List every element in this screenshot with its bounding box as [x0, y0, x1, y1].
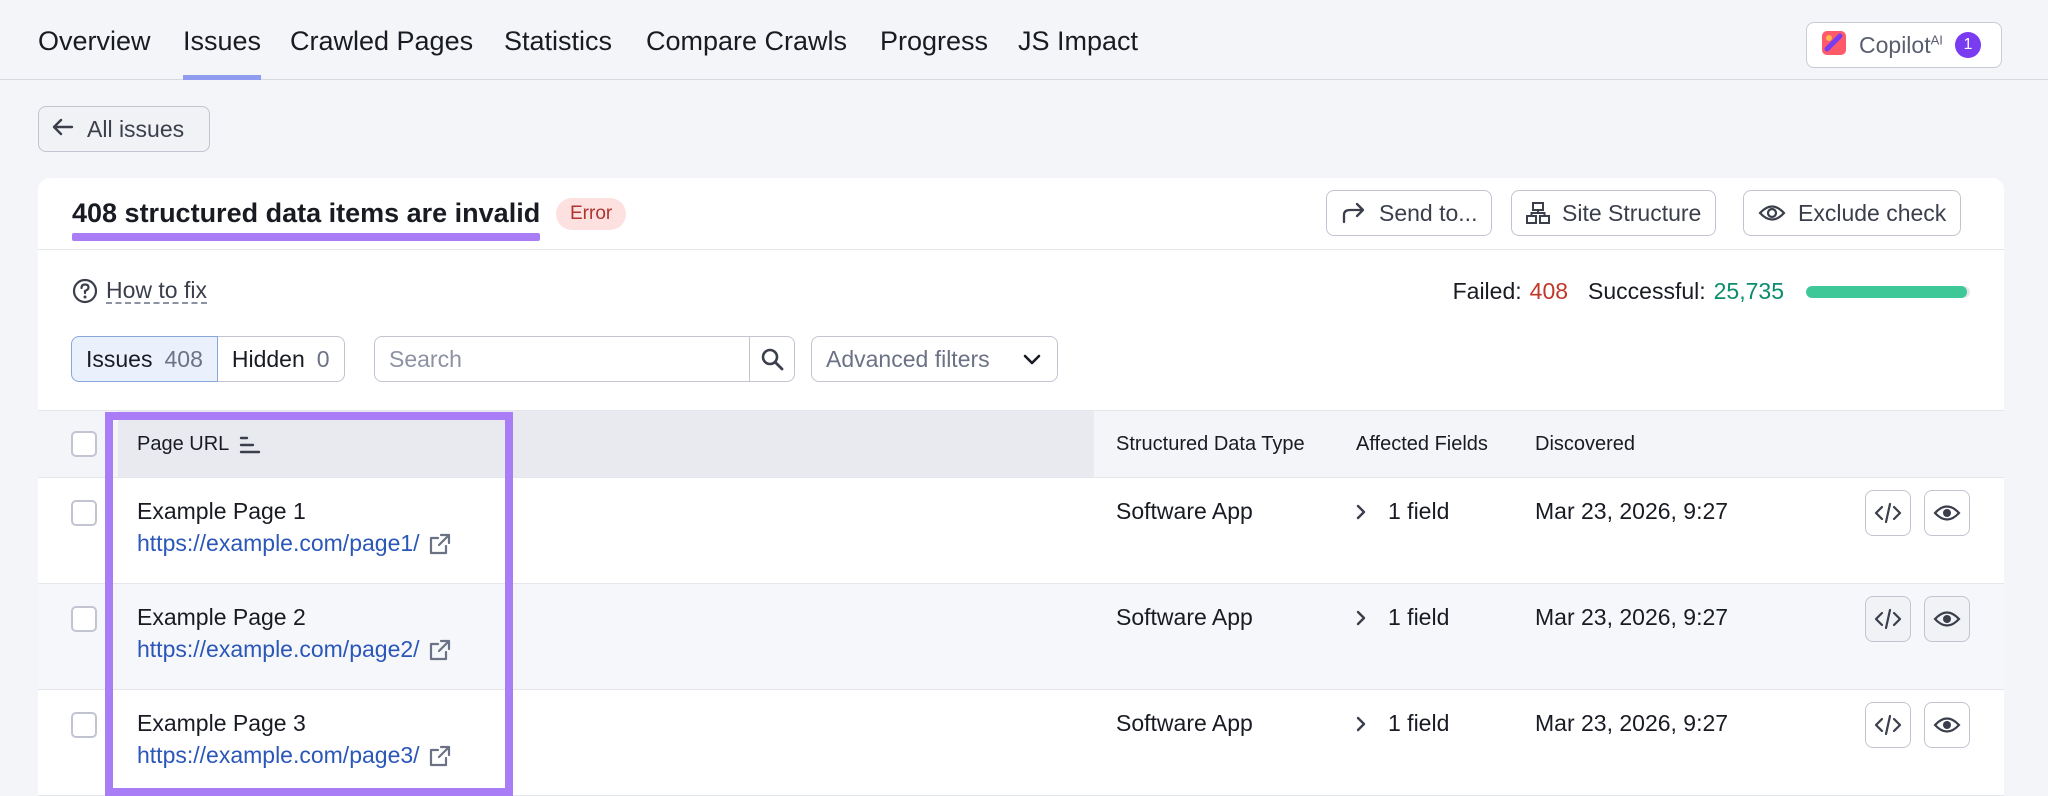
- how-to-fix[interactable]: How to fix: [72, 278, 207, 304]
- successful-count: 25,735: [1713, 278, 1784, 304]
- select-all-checkbox[interactable]: [71, 431, 97, 457]
- page-title: Example Page 2: [137, 604, 306, 630]
- view-code-button[interactable]: [1865, 490, 1911, 536]
- table-row: Example Page 3 https://example.com/page3…: [38, 690, 2004, 796]
- all-issues-label: All issues: [87, 115, 185, 142]
- preview-page-button[interactable]: [1924, 596, 1970, 642]
- exclude-check-button[interactable]: Exclude check: [1743, 190, 1962, 236]
- table-header: Page URL Structured Data Type Affected F…: [38, 410, 2004, 478]
- page-url-link[interactable]: https://example.com/page2/: [137, 636, 452, 663]
- row-checkbox[interactable]: [71, 500, 97, 526]
- structured-data-type: Software App: [1116, 710, 1253, 736]
- table-row: Example Page 2 https://example.com/page2…: [38, 584, 2004, 690]
- affected-fields-expander[interactable]: 1 field: [1356, 710, 1449, 737]
- discovered-date: Mar 23, 2026, 9:27: [1535, 604, 1729, 630]
- success-progress-fill: [1806, 285, 1968, 298]
- check-stats: Failed: 408 Successful: 25,735: [1453, 278, 1970, 305]
- row-checkbox[interactable]: [71, 606, 97, 632]
- tab-overview[interactable]: Overview: [38, 26, 151, 80]
- affected-fields-column-header: Affected Fields: [1356, 433, 1488, 455]
- code-icon: [1874, 608, 1902, 630]
- site-structure-icon: [1526, 202, 1550, 224]
- issue-card: 408 structured data items are invalid Er…: [38, 178, 2004, 796]
- send-to-button[interactable]: Send to...: [1326, 190, 1493, 236]
- how-to-fix-link[interactable]: How to fix: [106, 278, 207, 304]
- issue-title: 408 structured data items are invalid: [72, 198, 541, 228]
- affected-fields-expander[interactable]: 1 field: [1356, 604, 1449, 631]
- share-arrow-icon: [1342, 202, 1365, 224]
- advanced-filters-dropdown[interactable]: Advanced filters: [811, 336, 1058, 382]
- exclude-check-label: Exclude check: [1798, 199, 1947, 226]
- all-issues-button[interactable]: All issues: [38, 106, 210, 152]
- discovered-date: Mar 23, 2026, 9:27: [1535, 498, 1729, 524]
- arrow-left-icon: [51, 115, 75, 144]
- top-navigation: Overview Issues Crawled Pages Statistics…: [0, 0, 2048, 80]
- search-input[interactable]: [374, 336, 750, 382]
- structured-data-type: Software App: [1116, 604, 1253, 630]
- external-link-icon: [429, 533, 450, 554]
- issues-hidden-toggle: Issues 408 Hidden 0: [71, 336, 345, 382]
- code-icon: [1874, 502, 1902, 524]
- discovered-column-header: Discovered: [1535, 433, 1636, 455]
- successful-label: Successful:: [1588, 278, 1706, 304]
- structured-data-type-column-header: Structured Data Type: [1116, 433, 1305, 455]
- page-url-link[interactable]: https://example.com/page3/: [137, 742, 452, 769]
- tab-compare-crawls[interactable]: Compare Crawls: [646, 26, 847, 80]
- failed-label: Failed:: [1452, 278, 1522, 304]
- tab-issues[interactable]: Issues: [183, 26, 262, 80]
- discovered-date: Mar 23, 2026, 9:27: [1535, 710, 1729, 736]
- tab-js-impact[interactable]: JS Impact: [1018, 26, 1138, 80]
- table-row: Example Page 1 https://example.com/page1…: [38, 478, 2004, 584]
- issues-filter-button[interactable]: Issues 408: [71, 336, 218, 382]
- preview-page-button[interactable]: [1924, 702, 1970, 748]
- site-structure-label: Site Structure: [1562, 199, 1702, 226]
- external-link-icon: [429, 745, 450, 766]
- chevron-right-icon: [1356, 716, 1366, 731]
- page-url-column-header-bg: [118, 411, 1094, 477]
- eye-icon: [1933, 717, 1961, 733]
- copilot-logo-icon: [1821, 30, 1847, 61]
- affected-fields-expander[interactable]: 1 field: [1356, 498, 1449, 525]
- chevron-right-icon: [1356, 610, 1366, 625]
- send-to-label: Send to...: [1379, 199, 1478, 226]
- view-code-button[interactable]: [1865, 596, 1911, 642]
- tab-progress[interactable]: Progress: [880, 26, 988, 80]
- sort-icon: [240, 436, 261, 453]
- copilot-button[interactable]: CopilotAI 1: [1806, 22, 2002, 68]
- search-icon: [761, 348, 784, 371]
- copilot-label: CopilotAI: [1859, 31, 1943, 58]
- code-icon: [1874, 714, 1902, 736]
- tab-crawled-pages[interactable]: Crawled Pages: [290, 26, 473, 80]
- site-structure-button[interactable]: Site Structure: [1511, 190, 1717, 236]
- eye-icon: [1758, 205, 1786, 221]
- chevron-right-icon: [1356, 504, 1366, 519]
- page-url-link[interactable]: https://example.com/page1/: [137, 530, 452, 557]
- search-button[interactable]: [749, 336, 795, 382]
- advanced-filters-label: Advanced filters: [826, 345, 990, 372]
- external-link-icon: [429, 639, 450, 660]
- success-progress-bar: [1806, 285, 1970, 298]
- chevron-down-icon: [1023, 354, 1041, 365]
- row-checkbox[interactable]: [71, 712, 97, 738]
- tab-statistics[interactable]: Statistics: [504, 26, 612, 80]
- page-title: Example Page 1: [137, 498, 306, 524]
- page-url-column-header[interactable]: Page URL: [137, 433, 261, 456]
- hidden-filter-button[interactable]: Hidden 0: [217, 336, 345, 382]
- title-highlight-underline: [72, 233, 540, 241]
- copilot-notification-badge: 1: [1954, 32, 1981, 58]
- issue-header: 408 structured data items are invalid Er…: [38, 178, 2004, 250]
- page-title: Example Page 3: [137, 710, 306, 736]
- eye-icon: [1933, 611, 1961, 627]
- severity-badge: Error: [556, 198, 627, 230]
- structured-data-type: Software App: [1116, 498, 1253, 524]
- view-code-button[interactable]: [1865, 702, 1911, 748]
- preview-page-button[interactable]: [1924, 490, 1970, 536]
- eye-icon: [1933, 505, 1961, 521]
- question-circle-icon: [72, 278, 98, 304]
- failed-count: 408: [1529, 278, 1569, 304]
